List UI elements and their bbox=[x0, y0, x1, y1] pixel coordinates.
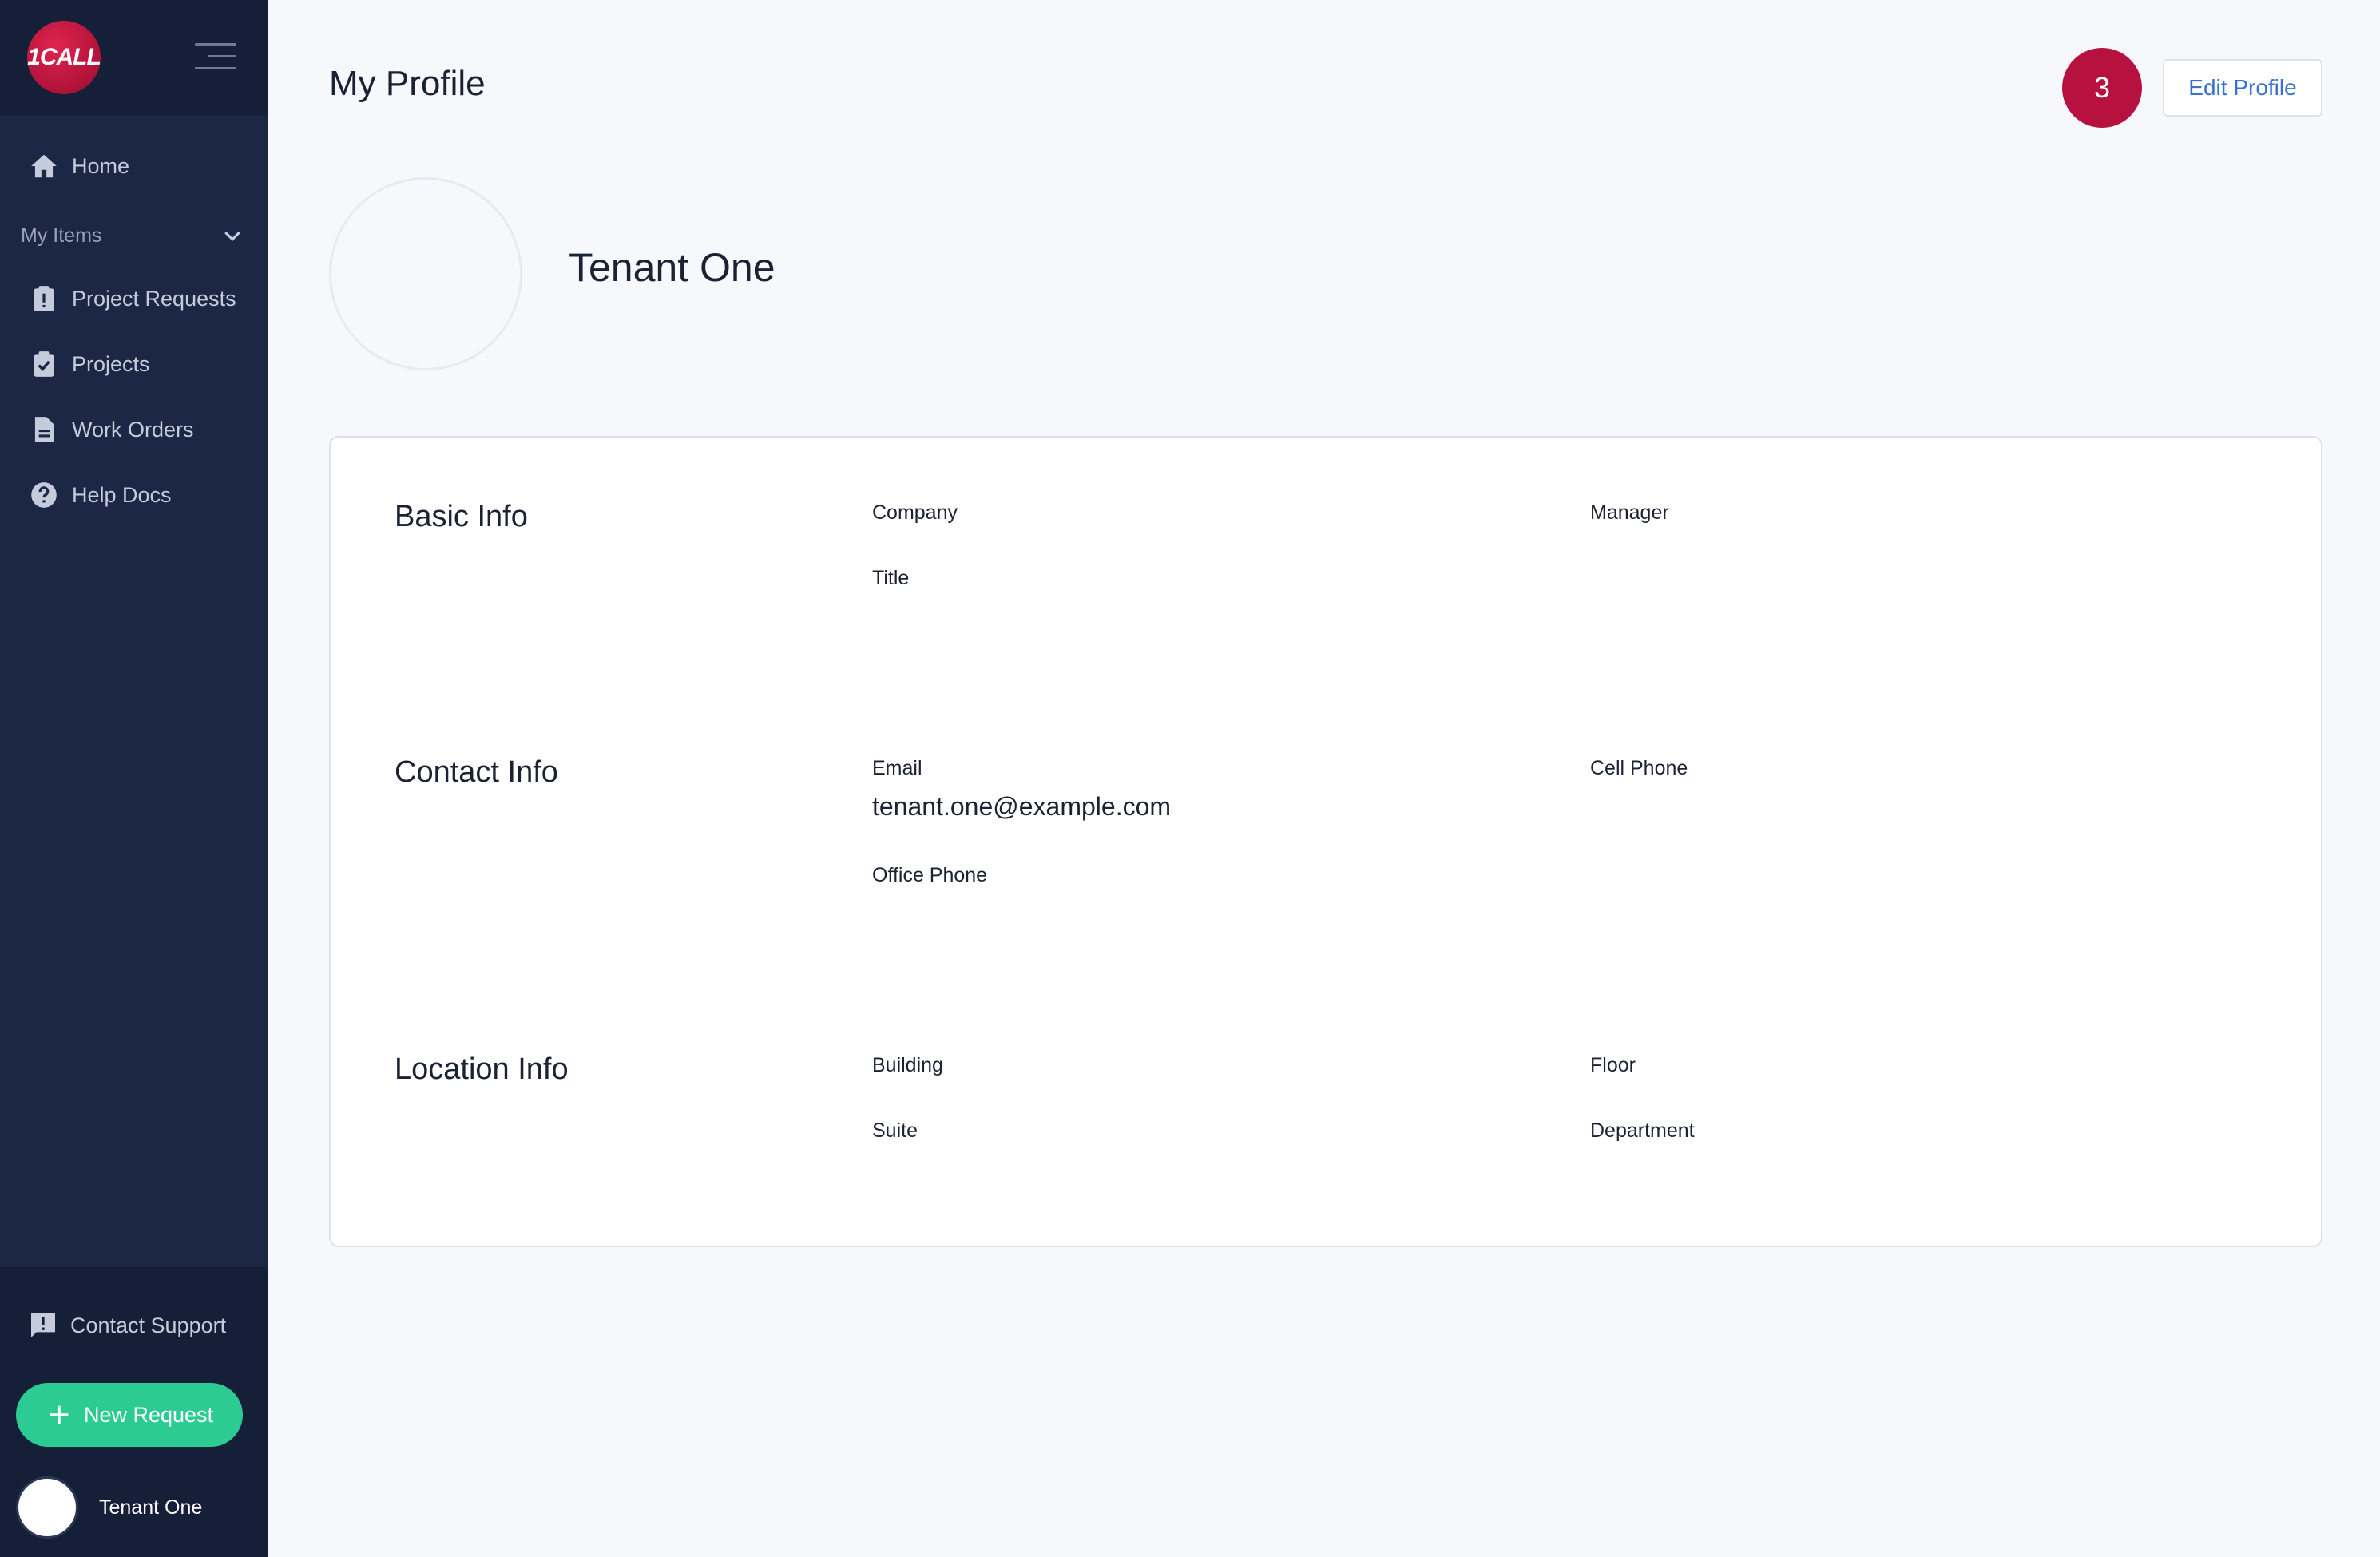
sidebar-item-label: Work Orders bbox=[72, 417, 194, 442]
company-label: Company bbox=[872, 501, 958, 524]
logo-text: 1CALL bbox=[27, 44, 101, 70]
new-request-label: New Request bbox=[83, 1402, 214, 1427]
chat-alert-icon bbox=[31, 1313, 55, 1337]
plus-icon bbox=[50, 1405, 69, 1424]
profile-name: Tenant One bbox=[569, 245, 775, 290]
manager-label: Manager bbox=[1590, 501, 1669, 524]
sidebar-item-label: Project Requests bbox=[72, 286, 236, 311]
notification-count: 3 bbox=[2093, 71, 2111, 104]
department-label: Department bbox=[1590, 1119, 1695, 1142]
my-items-section-toggle[interactable]: My Items bbox=[21, 220, 244, 252]
app-logo[interactable]: 1CALL bbox=[27, 21, 101, 94]
sidebar-item-label: Help Docs bbox=[72, 482, 172, 507]
floor-label: Floor bbox=[1590, 1054, 1636, 1076]
title-label: Title bbox=[872, 567, 910, 589]
clipboard-alert-icon bbox=[34, 286, 54, 311]
sidebar-item-help-docs[interactable]: Help Docs bbox=[0, 469, 268, 521]
email-value: tenant.one@example.com bbox=[872, 792, 1172, 821]
building-label: Building bbox=[872, 1054, 943, 1076]
contact-support-label: Contact Support bbox=[70, 1313, 227, 1337]
sidebar-header: 1CALL bbox=[0, 0, 268, 115]
profile-details-card: Basic Info Company Manager Title Contact… bbox=[329, 436, 2322, 1247]
sidebar-item-home[interactable]: Home bbox=[0, 141, 268, 192]
new-request-button[interactable]: New Request bbox=[16, 1383, 243, 1447]
section-label: My Items bbox=[21, 224, 102, 247]
clipboard-check-icon bbox=[34, 351, 54, 377]
location-info-heading: Location Info bbox=[395, 1052, 569, 1086]
sidebar-item-projects[interactable]: Projects bbox=[0, 339, 268, 390]
page-title: My Profile bbox=[329, 64, 486, 103]
edit-profile-label: Edit Profile bbox=[2188, 75, 2297, 100]
chevron-down-icon bbox=[224, 231, 240, 241]
sidebar-item-project-requests[interactable]: Project Requests bbox=[0, 273, 268, 324]
sidebar-item-label: Home bbox=[72, 153, 130, 178]
office-phone-label: Office Phone bbox=[872, 864, 988, 886]
user-menu[interactable]: Tenant One bbox=[16, 1476, 202, 1539]
notification-badge[interactable]: 3 bbox=[2062, 48, 2142, 128]
edit-profile-button[interactable]: Edit Profile bbox=[2163, 59, 2322, 117]
help-circle-icon bbox=[31, 482, 57, 508]
sidebar-item-label: Projects bbox=[72, 351, 150, 376]
basic-info-heading: Basic Info bbox=[395, 500, 528, 533]
contact-support-link[interactable]: Contact Support bbox=[27, 1308, 226, 1343]
user-name: Tenant One bbox=[99, 1496, 203, 1519]
sidebar: 1CALL Home My Items Project Requests Pro… bbox=[0, 0, 268, 1557]
profile-avatar bbox=[329, 177, 522, 370]
contact-info-heading: Contact Info bbox=[395, 755, 558, 789]
sidebar-item-work-orders[interactable]: Work Orders bbox=[0, 404, 268, 455]
cell-phone-label: Cell Phone bbox=[1590, 757, 1688, 779]
email-label: Email bbox=[872, 757, 922, 779]
document-icon bbox=[34, 417, 54, 442]
menu-toggle-icon[interactable] bbox=[195, 42, 236, 72]
avatar bbox=[16, 1476, 78, 1539]
home-icon bbox=[31, 154, 57, 178]
suite-label: Suite bbox=[872, 1119, 918, 1142]
